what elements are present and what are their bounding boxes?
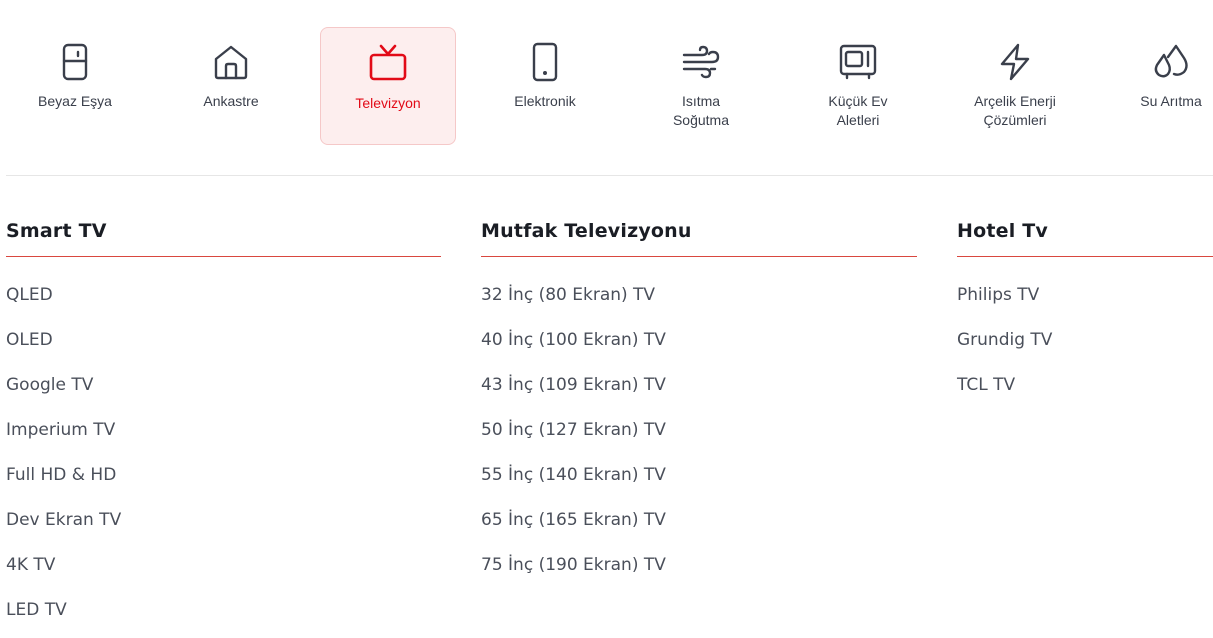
- menu-link[interactable]: 75 İnç (190 Ekran) TV: [481, 552, 917, 597]
- menu-column-mutfak-televizyonu: Mutfak Televizyonu 32 İnç (80 Ekran) TV …: [481, 212, 917, 597]
- menu-link[interactable]: Philips TV: [957, 282, 1213, 327]
- category-bar: Beyaz Eşya Ankastre Televizyon Elektroni…: [0, 0, 1213, 176]
- category-su-aritma[interactable]: Su Arıtma: [1103, 27, 1213, 145]
- menu-link[interactable]: 65 İnç (165 Ekran) TV: [481, 507, 917, 552]
- fridge-icon: [55, 42, 95, 82]
- category-label: Beyaz Eşya: [38, 93, 112, 109]
- category-label: Isıtma Soğutma: [672, 93, 730, 128]
- category-televizyon[interactable]: Televizyon: [320, 27, 456, 145]
- menu-link[interactable]: Grundig TV: [957, 327, 1213, 372]
- menu-link[interactable]: LED TV: [6, 597, 441, 638]
- heading-underline: [6, 256, 441, 257]
- lightning-icon: [995, 42, 1035, 82]
- category-label: Televizyon: [355, 95, 421, 111]
- menu-link[interactable]: 43 İnç (109 Ekran) TV: [481, 372, 917, 417]
- link-list: QLED OLED Google TV Imperium TV Full HD …: [6, 282, 441, 638]
- category-ankastre[interactable]: Ankastre: [163, 27, 299, 145]
- menu-link[interactable]: Google TV: [6, 372, 441, 417]
- category-elektronik[interactable]: Elektronik: [477, 27, 613, 145]
- link-list: Philips TV Grundig TV TCL TV: [957, 282, 1213, 417]
- category-arcelik-enerji[interactable]: Arçelik Enerji Çözümleri: [947, 27, 1083, 145]
- menu-link[interactable]: Full HD & HD: [6, 462, 441, 507]
- category-label: Arçelik Enerji Çözümleri: [974, 93, 1056, 128]
- category-label: Su Arıtma: [1140, 93, 1202, 109]
- tv-icon: [368, 43, 408, 83]
- column-heading[interactable]: Smart TV: [6, 212, 441, 252]
- menu-column-smart-tv: Smart TV QLED OLED Google TV Imperium TV…: [6, 212, 441, 638]
- menu-link[interactable]: 40 İnç (100 Ekran) TV: [481, 327, 917, 372]
- house-icon: [211, 42, 251, 82]
- category-beyaz-esya[interactable]: Beyaz Eşya: [7, 27, 143, 145]
- menu-link[interactable]: QLED: [6, 282, 441, 327]
- menu-link[interactable]: 4K TV: [6, 552, 441, 597]
- column-heading[interactable]: Hotel Tv: [957, 212, 1213, 252]
- category-label: Küçük Ev Aletleri: [828, 93, 888, 128]
- menu-link[interactable]: 55 İnç (140 Ekran) TV: [481, 462, 917, 507]
- category-label: Ankastre: [203, 93, 259, 109]
- menu-link[interactable]: OLED: [6, 327, 441, 372]
- category-kucuk-ev-aletleri[interactable]: Küçük Ev Aletleri: [790, 27, 926, 145]
- category-isitma-sogutma[interactable]: Isıtma Soğutma: [633, 27, 769, 145]
- phone-icon: [525, 42, 565, 82]
- link-list: 32 İnç (80 Ekran) TV 40 İnç (100 Ekran) …: [481, 282, 917, 597]
- heading-underline: [957, 256, 1213, 257]
- microwave-icon: [838, 42, 878, 82]
- wind-icon: [681, 42, 721, 82]
- menu-column-hotel-tv: Hotel Tv Philips TV Grundig TV TCL TV: [957, 212, 1213, 417]
- menu-link[interactable]: Dev Ekran TV: [6, 507, 441, 552]
- menu-link[interactable]: TCL TV: [957, 372, 1213, 417]
- section-divider: [6, 175, 1213, 176]
- category-label: Elektronik: [514, 93, 576, 109]
- menu-link[interactable]: 50 İnç (127 Ekran) TV: [481, 417, 917, 462]
- heading-underline: [481, 256, 917, 257]
- column-heading[interactable]: Mutfak Televizyonu: [481, 212, 917, 252]
- menu-link[interactable]: 32 İnç (80 Ekran) TV: [481, 282, 917, 327]
- water-drops-icon: [1151, 42, 1191, 82]
- menu-link[interactable]: Imperium TV: [6, 417, 441, 462]
